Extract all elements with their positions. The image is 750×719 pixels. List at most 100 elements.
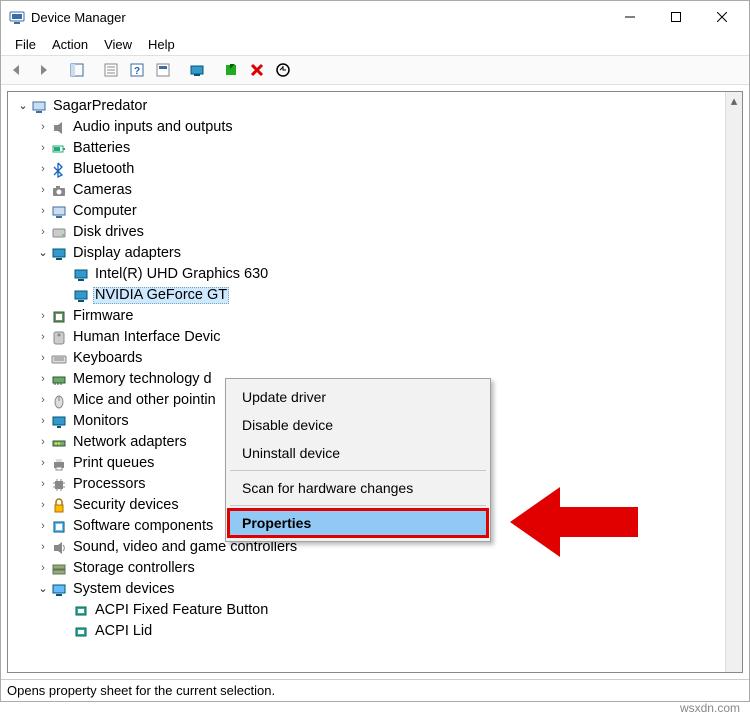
tree-device[interactable]: NVIDIA GeForce GT	[12, 285, 742, 306]
tree-category[interactable]: ›Bluetooth	[12, 159, 742, 180]
update-driver-button[interactable]	[185, 58, 209, 82]
tree-root-label: SagarPredator	[51, 99, 149, 114]
ctx-disable-device[interactable]: Disable device	[228, 411, 488, 439]
chevron-right-icon[interactable]: ›	[36, 143, 50, 154]
display-icon	[72, 267, 90, 283]
statusbar: Opens property sheet for the current sel…	[1, 679, 749, 701]
ctx-properties[interactable]: Properties	[227, 508, 489, 538]
tree-category-label: Batteries	[71, 141, 132, 156]
forward-button[interactable]	[31, 58, 55, 82]
tree-category-label: Storage controllers	[71, 561, 197, 576]
chevron-down-icon[interactable]: ⌄	[36, 584, 50, 595]
tree-device-label: NVIDIA GeForce GT	[93, 287, 229, 304]
tree-category-label: Disk drives	[71, 225, 146, 240]
tree-category-label: Keyboards	[71, 351, 144, 366]
tree-category-label: Firmware	[71, 309, 135, 324]
context-menu: Update driver Disable device Uninstall d…	[225, 378, 491, 542]
titlebar: Device Manager	[1, 1, 749, 33]
action-button[interactable]	[151, 58, 175, 82]
chevron-right-icon[interactable]: ›	[36, 563, 50, 574]
chevron-right-icon[interactable]: ›	[36, 374, 50, 385]
tree-device-label: Intel(R) UHD Graphics 630	[93, 267, 270, 282]
chevron-right-icon[interactable]: ›	[36, 311, 50, 322]
chevron-right-icon[interactable]: ›	[36, 542, 50, 553]
ctx-scan-hardware[interactable]: Scan for hardware changes	[228, 474, 488, 502]
chevron-right-icon[interactable]: ›	[36, 437, 50, 448]
computer-icon	[30, 99, 48, 115]
disk-icon	[50, 225, 68, 241]
device-tree[interactable]: ⌄ SagarPredator › Audio inputs and output…	[8, 92, 742, 646]
enable-device-button[interactable]	[219, 58, 243, 82]
chevron-right-icon[interactable]: ›	[36, 353, 50, 364]
tree-category[interactable]: › Firmware	[12, 306, 742, 327]
ctx-uninstall-device[interactable]: Uninstall device	[228, 439, 488, 467]
tree-category-label: Software components	[71, 519, 215, 534]
app-icon	[9, 9, 25, 25]
maximize-button[interactable]	[653, 2, 699, 32]
display-icon	[72, 288, 90, 304]
tree-device[interactable]: ACPI Lid	[12, 621, 742, 642]
tree-category[interactable]: ⌄Display adapters	[12, 243, 742, 264]
annotation-arrow-icon	[510, 482, 640, 562]
chevron-right-icon[interactable]: ›	[36, 122, 50, 133]
tree-category[interactable]: › Keyboards	[12, 348, 742, 369]
scan-hardware-button[interactable]	[271, 58, 295, 82]
tree-category-label: Audio inputs and outputs	[71, 120, 235, 135]
tree-category-label: Cameras	[71, 183, 134, 198]
chevron-right-icon[interactable]: ›	[36, 458, 50, 469]
speaker-icon	[50, 120, 68, 136]
tree-category[interactable]: ›Computer	[12, 201, 742, 222]
menu-help[interactable]: Help	[140, 35, 183, 54]
tree-device[interactable]: ACPI Fixed Feature Button	[12, 600, 742, 621]
display-icon	[50, 246, 68, 262]
tree-category[interactable]: ›Human Interface Devic	[12, 327, 742, 348]
window-title: Device Manager	[31, 10, 607, 25]
tree-category-label: Network adapters	[71, 435, 189, 450]
chevron-right-icon[interactable]: ›	[36, 479, 50, 490]
ctx-separator	[230, 470, 486, 471]
tree-spacer	[58, 626, 72, 637]
toolbar: ?	[1, 55, 749, 85]
hid-icon	[50, 330, 68, 346]
chevron-right-icon[interactable]: ›	[36, 521, 50, 532]
uninstall-device-button[interactable]	[245, 58, 269, 82]
system-icon	[50, 582, 68, 598]
chevron-right-icon[interactable]: ›	[36, 206, 50, 217]
menu-view[interactable]: View	[96, 35, 140, 54]
window-controls	[607, 2, 745, 32]
tree-root[interactable]: ⌄ SagarPredator	[12, 96, 742, 117]
chevron-right-icon[interactable]: ›	[36, 395, 50, 406]
chevron-down-icon[interactable]: ⌄	[36, 248, 50, 259]
tree-category[interactable]: › Audio inputs and outputs	[12, 117, 742, 138]
computer-icon	[50, 204, 68, 220]
tree-category[interactable]: › Disk drives	[12, 222, 742, 243]
tree-category-label: Monitors	[71, 414, 131, 429]
back-button[interactable]	[5, 58, 29, 82]
chevron-right-icon[interactable]: ›	[36, 164, 50, 175]
ctx-separator	[230, 505, 486, 506]
tree-category[interactable]: › Cameras	[12, 180, 742, 201]
statusbar-text: Opens property sheet for the current sel…	[7, 683, 275, 698]
svg-text:?: ?	[134, 66, 140, 77]
chevron-right-icon[interactable]: ›	[36, 416, 50, 427]
show-hide-console-button[interactable]	[65, 58, 89, 82]
menu-file[interactable]: File	[7, 35, 44, 54]
printer-icon	[50, 456, 68, 472]
chevron-down-icon[interactable]: ⌄	[16, 101, 30, 112]
tree-category[interactable]: › Batteries	[12, 138, 742, 159]
minimize-button[interactable]	[607, 2, 653, 32]
help-button[interactable]: ?	[125, 58, 149, 82]
tree-category[interactable]: ⌄System devices	[12, 579, 742, 600]
chevron-right-icon[interactable]: ›	[36, 500, 50, 511]
chevron-right-icon[interactable]: ›	[36, 332, 50, 343]
vertical-scrollbar[interactable]: ▴	[725, 92, 742, 672]
scroll-up-icon[interactable]: ▴	[726, 92, 742, 109]
close-button[interactable]	[699, 2, 745, 32]
tree-device[interactable]: Intel(R) UHD Graphics 630	[12, 264, 742, 285]
properties-button[interactable]	[99, 58, 123, 82]
menu-action[interactable]: Action	[44, 35, 96, 54]
chevron-right-icon[interactable]: ›	[36, 227, 50, 238]
network-icon	[50, 435, 68, 451]
ctx-update-driver[interactable]: Update driver	[228, 383, 488, 411]
chevron-right-icon[interactable]: ›	[36, 185, 50, 196]
